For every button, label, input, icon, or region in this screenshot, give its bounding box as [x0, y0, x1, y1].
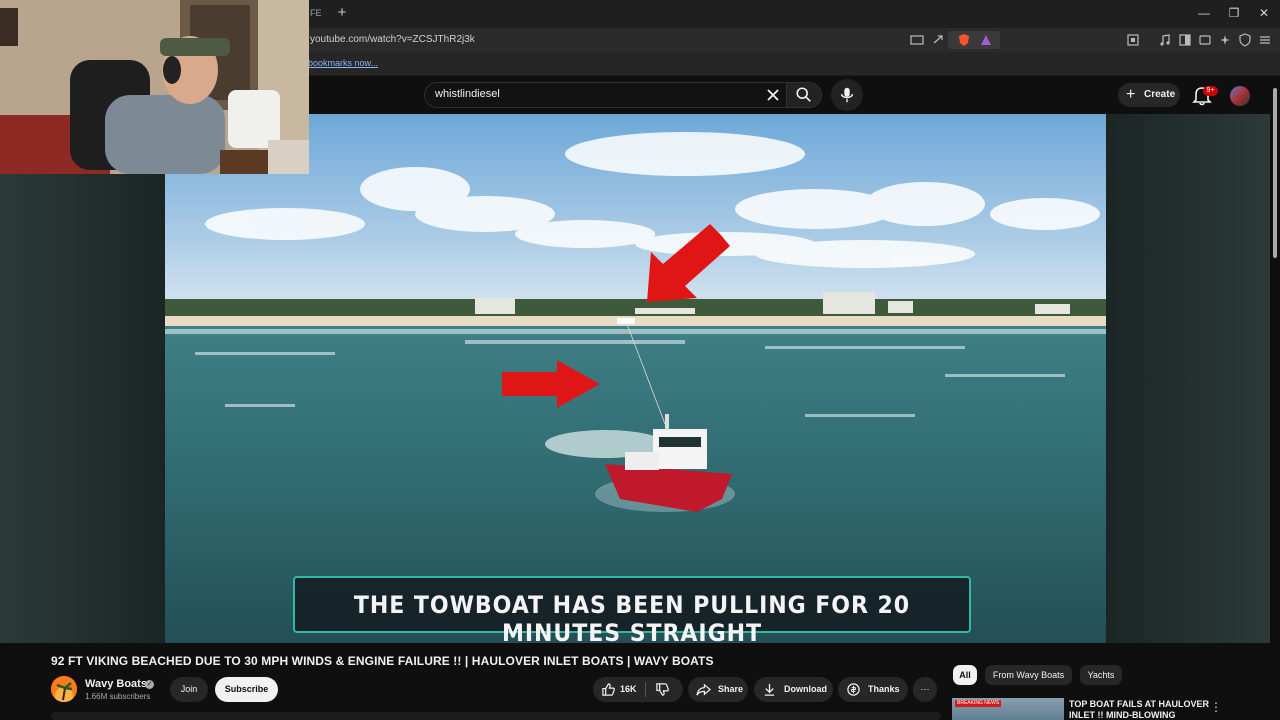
search-button[interactable]: [786, 82, 822, 108]
channel-name[interactable]: Wavy Boats: [85, 678, 147, 690]
restore-icon[interactable]: ❐: [1226, 5, 1242, 21]
music-icon[interactable]: [1158, 33, 1172, 47]
description-box-edge: [51, 712, 941, 720]
account-avatar[interactable]: [1230, 86, 1250, 106]
verified-icon: ✓: [145, 680, 154, 689]
share-button[interactable]: Share: [688, 677, 748, 702]
search-icon: [796, 87, 811, 102]
clear-search-icon[interactable]: [763, 85, 783, 105]
scrollbar-thumb[interactable]: [1273, 88, 1277, 258]
thanks-label: Thanks: [868, 684, 900, 694]
screen-icon[interactable]: [910, 33, 924, 47]
download-icon: [764, 683, 775, 696]
screenshot-icon[interactable]: [1126, 33, 1140, 47]
browser-tab-title[interactable]: FE: [310, 8, 322, 18]
kebab-menu-icon[interactable]: ⋮: [1210, 700, 1222, 714]
close-window-icon[interactable]: ✕: [1256, 5, 1272, 21]
search-box[interactable]: whistlindiesel: [424, 82, 786, 108]
chip-all[interactable]: All: [953, 665, 977, 685]
chip-yachts[interactable]: Yachts: [1080, 665, 1122, 685]
video-frame: [165, 114, 1106, 643]
join-button[interactable]: Join: [170, 677, 208, 702]
share-label: Share: [718, 684, 744, 694]
video-caption-box: THE TOWBOAT HAS BEEN PULLING FOR 20 MINU…: [293, 576, 971, 643]
import-bookmarks-link[interactable]: bookmarks now...: [308, 58, 378, 68]
video-player[interactable]: THE TOWBOAT HAS BEEN PULLING FOR 20 MINU…: [165, 114, 1106, 643]
share-arrow-icon: [696, 683, 711, 696]
video-title: 92 FT VIKING BEACHED DUE TO 30 MPH WINDS…: [51, 654, 714, 668]
recommended-video-title[interactable]: TOP BOAT FAILS AT HAULOVER INLET !! MIND…: [1069, 699, 1209, 720]
menu-icon[interactable]: [1258, 33, 1272, 47]
create-button[interactable]: + Create: [1118, 83, 1180, 107]
new-tab-button[interactable]: +: [334, 4, 350, 22]
video-caption-text: THE TOWBOAT HAS BEEN PULLING FOR 20 MINU…: [353, 591, 911, 643]
rewards-icon[interactable]: [979, 33, 993, 47]
address-bar[interactable]: youtube.com/watch?v=ZCSJThR2j3k: [300, 30, 1000, 50]
breaking-news-badge: BREAKING NEWS: [955, 700, 1002, 707]
subscribe-button[interactable]: Subscribe: [215, 677, 278, 702]
like-divider: [645, 682, 646, 697]
subscriber-count: 1.66M subscribers: [85, 692, 151, 701]
vpn-shield-icon[interactable]: [1238, 33, 1252, 47]
like-dislike-group: 16K: [593, 677, 683, 702]
webcam-overlay: [0, 0, 309, 174]
download-button[interactable]: Download: [754, 677, 833, 702]
thumbs-down-icon[interactable]: [655, 682, 670, 697]
download-label: Download: [784, 684, 827, 694]
sidebar-icon[interactable]: [1178, 33, 1192, 47]
leo-ai-icon[interactable]: [1218, 33, 1232, 47]
microphone-icon: [840, 87, 854, 103]
more-actions-button[interactable]: ⋯: [913, 677, 937, 702]
plus-icon: +: [1126, 86, 1136, 103]
channel-avatar[interactable]: [51, 676, 77, 702]
search-input[interactable]: whistlindiesel: [435, 88, 500, 100]
notification-badge: 9+: [1203, 86, 1218, 96]
super-thanks-icon: [847, 683, 860, 696]
thumbs-up-icon[interactable]: [601, 682, 616, 697]
webcam-feed: [0, 0, 309, 174]
recommended-video-thumbnail[interactable]: BREAKING NEWS: [952, 698, 1064, 720]
share-page-icon[interactable]: [932, 33, 946, 47]
wallet-icon[interactable]: [1198, 33, 1212, 47]
palm-tree-icon: [51, 676, 77, 702]
page-scrollbar[interactable]: [1270, 76, 1280, 720]
url-text[interactable]: youtube.com/watch?v=ZCSJThR2j3k: [310, 34, 475, 45]
like-count[interactable]: 16K: [620, 677, 637, 702]
create-label: Create: [1144, 89, 1176, 100]
chip-from-channel[interactable]: From Wavy Boats: [985, 665, 1072, 685]
minimize-icon[interactable]: —: [1196, 5, 1212, 21]
voice-search-button[interactable]: [831, 79, 863, 111]
brave-shield-icon[interactable]: [957, 33, 971, 47]
thanks-button[interactable]: Thanks: [838, 677, 908, 702]
